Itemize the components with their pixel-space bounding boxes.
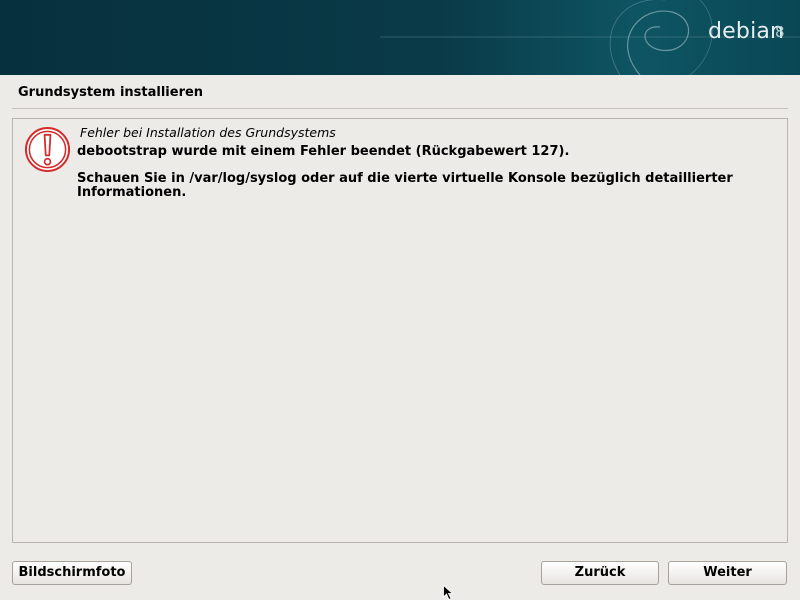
page-title: Grundsystem installieren xyxy=(18,85,204,100)
installer-banner: debian 8 xyxy=(0,0,800,75)
continue-button[interactable]: Weiter xyxy=(668,561,787,585)
debian-logo-text: debian xyxy=(708,19,785,44)
mouse-cursor-icon xyxy=(443,585,454,600)
banner-decoration xyxy=(380,0,800,75)
error-message: debootstrap wurde mit einem Fehler beend… xyxy=(77,144,570,159)
back-button[interactable]: Zurück xyxy=(541,561,659,585)
error-details: Schauen Sie in /var/log/syslog oder auf … xyxy=(77,171,733,200)
error-exclamation-icon xyxy=(24,126,71,173)
error-heading: Fehler bei Installation des Grundsystems xyxy=(80,125,336,140)
error-panel: Fehler bei Installation des Grundsystems… xyxy=(12,118,788,543)
debian-version: 8 xyxy=(775,23,785,41)
screenshot-button[interactable]: Bildschirmfoto xyxy=(12,561,132,585)
title-divider xyxy=(12,108,788,109)
